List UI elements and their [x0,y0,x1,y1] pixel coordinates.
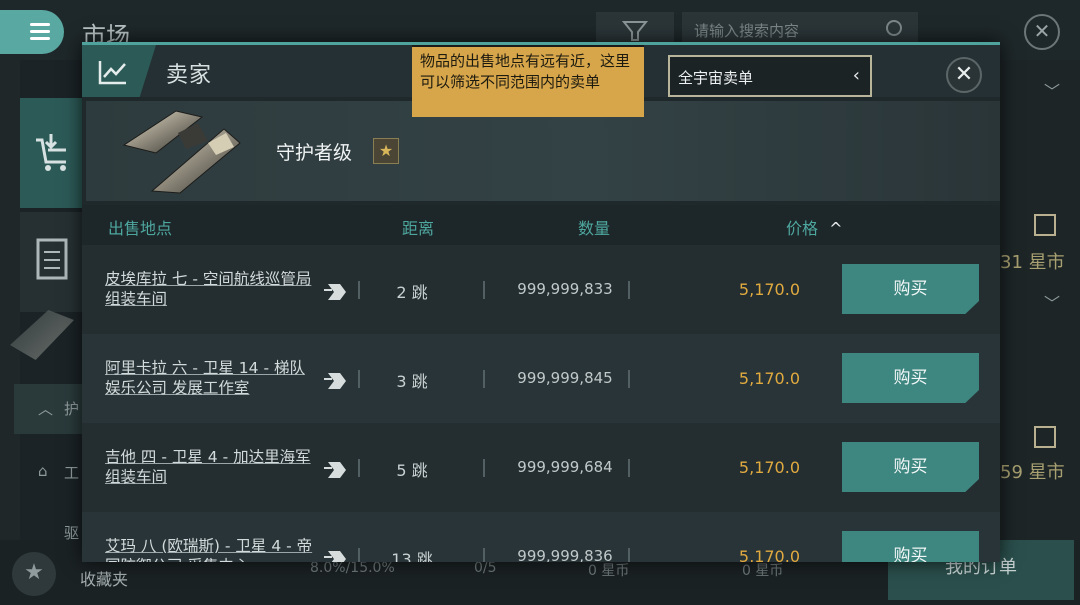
set-destination-icon[interactable] [322,369,352,393]
seller-dialog: 卖家 物品的出售地点有远有近，这里可以筛选不同范围内的卖单 全宇宙卖单 ‹ ✕ … [82,42,1000,562]
star-icon[interactable]: ★ [12,552,56,596]
buy-button[interactable]: 购买 [842,531,979,562]
location-link[interactable]: 吉他 四 - 卫星 4 - 加达里海军 组装车间 [105,447,315,487]
item-box-icon [1034,426,1056,448]
buy-button[interactable]: 购买 [842,442,979,492]
line-chart-icon [98,61,126,85]
favorites-label[interactable]: 收藏夹 [80,566,128,590]
menu-icon [30,23,50,26]
table-row: 阿里卡拉 六 - 卫星 14 - 梯队娱乐公司 发展工作室 3 跳 999,99… [82,334,1000,423]
wallet-amount: 0 星币 [742,563,784,579]
category-row[interactable]: ︿ 护 [14,384,84,434]
item-box-icon [1034,214,1056,236]
table-header: 出售地点 距离 数量 价格 ^ [82,205,1000,245]
order-count: 0/5 [474,560,497,576]
escrow-amount: 0 星币 [588,563,630,579]
cart-icon [36,134,66,171]
chevron-up-icon: ︿ [38,400,54,418]
star-icon: ★ [373,138,399,164]
table-row: 艾玛 八 (欧瑞斯) - 卫星 4 - 帝国防御公司 采集中心 13 跳 999… [82,512,1000,562]
seller-list[interactable]: 皮埃库拉 七 - 空间航线巡管局 组装车间 2 跳 999,999,833 5,… [82,245,1000,562]
region-filter-select[interactable]: 全宇宙卖单 ‹ [668,55,872,97]
tab-orders[interactable] [20,212,82,312]
tab-buy[interactable] [20,98,82,208]
hint-tooltip: 物品的出售地点有远有近，这里可以筛选不同范围内的卖单 [412,45,644,117]
jumps: 2 跳 [396,283,428,302]
chevron-left-icon: ‹ [852,65,860,86]
column-quantity[interactable]: 数量 [578,215,610,239]
price: 5,170.0 [738,280,800,299]
location-link[interactable]: 艾玛 八 (欧瑞斯) - 卫星 4 - 帝国防御公司 采集中心 [105,536,315,562]
clipboard-icon [36,238,68,280]
jumps: 3 跳 [396,372,428,391]
ship-image [122,110,241,194]
price: 5,170.0 [738,369,800,388]
jumps: 13 跳 [391,550,433,562]
category-row[interactable]: ⌂ 工 [14,448,84,498]
item-name: 守护者级 [276,142,353,164]
chevron-down-icon[interactable]: ﹀ [1044,290,1060,314]
item-price: 59 星市 [1000,462,1065,483]
market-close-button[interactable]: ✕ [1024,14,1060,50]
price: 5,170.0 [738,458,800,477]
table-row: 吉他 四 - 卫星 4 - 加达里海军 组装车间 5 跳 999,999,684… [82,423,1000,512]
region-filter-value: 全宇宙卖单 [678,69,754,87]
close-button[interactable]: ✕ [946,57,982,93]
dialog-title: 卖家 [166,63,213,88]
item-price: 31 星市 [1000,252,1065,273]
table-row: 皮埃库拉 七 - 空间航线巡管局 组装车间 2 跳 999,999,833 5,… [82,245,1000,334]
search-icon[interactable] [886,20,902,36]
quantity: 999,999,833 [517,280,613,298]
quantity: 999,999,845 [517,369,613,387]
column-price[interactable]: 价格 ^ [786,215,843,239]
buy-button[interactable]: 购买 [842,264,979,314]
menu-button[interactable] [0,10,64,54]
buy-button[interactable]: 购买 [842,353,979,403]
chevron-down-icon[interactable]: ﹀ [1044,78,1060,102]
location-link[interactable]: 阿里卡拉 六 - 卫星 14 - 梯队娱乐公司 发展工作室 [105,358,315,398]
set-destination-icon[interactable] [322,458,352,482]
price: 5,170.0 [738,547,800,562]
set-destination-icon[interactable] [322,280,352,304]
sort-up-icon: ^ [829,219,843,238]
jumps: 5 跳 [396,461,428,480]
column-distance[interactable]: 距离 [402,215,434,239]
hangar-icon: ⌂ [38,462,48,480]
set-destination-icon[interactable] [322,547,352,562]
tax-ratio: 8.0%/15.0% [310,560,395,576]
quantity: 999,999,684 [517,458,613,476]
quantity: 999,999,836 [517,547,613,562]
column-location[interactable]: 出售地点 [108,215,172,239]
location-link[interactable]: 皮埃库拉 七 - 空间航线巡管局 组装车间 [105,269,315,309]
